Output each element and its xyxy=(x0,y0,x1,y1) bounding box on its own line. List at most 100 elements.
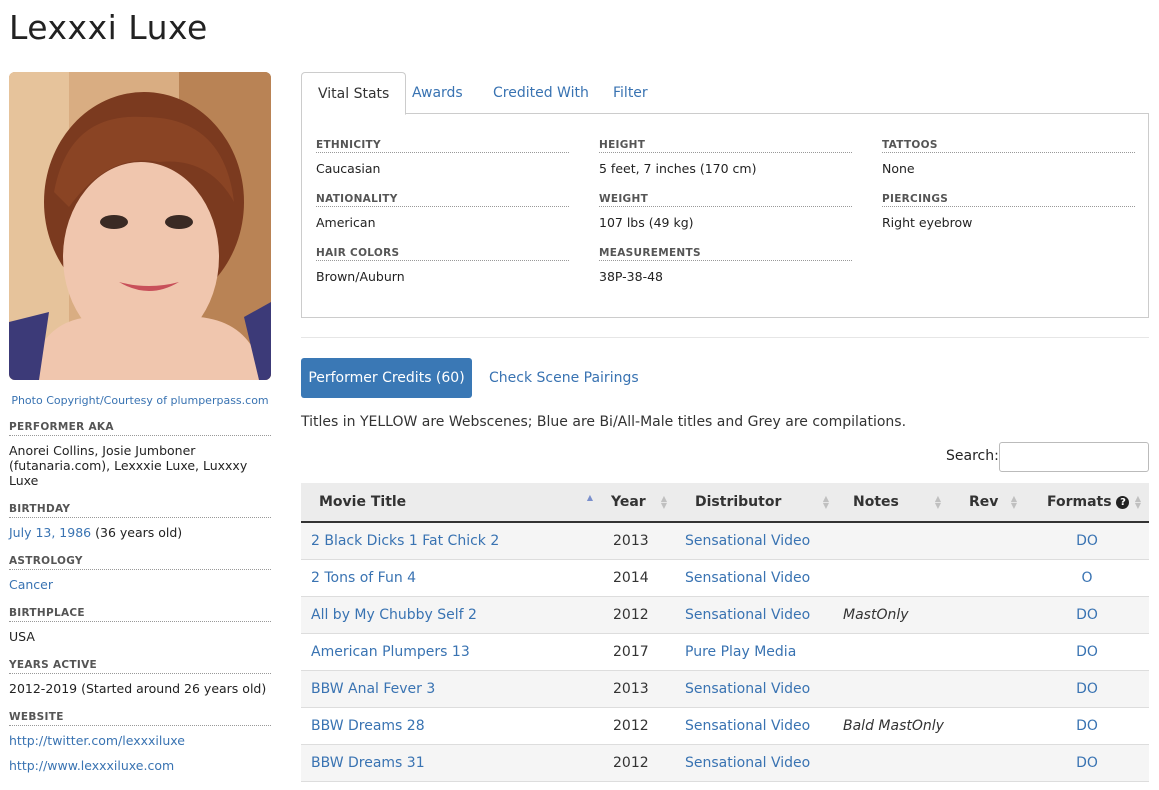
table-row: BBW Dreams 31 2012 Sensational Video DO xyxy=(301,744,1149,782)
formats-link[interactable]: DO xyxy=(1076,718,1098,734)
stat-label: TATTOOS xyxy=(882,139,1135,153)
cell-year: 2014 xyxy=(601,559,675,597)
sort-arrows-icon: ▲ ▼ xyxy=(660,494,667,510)
cell-year: 2012 xyxy=(601,707,675,745)
movie-title-link[interactable]: BBW Dreams 31 xyxy=(311,755,425,771)
legend-note: Titles in YELLOW are Webscenes; Blue are… xyxy=(301,414,907,430)
cell-distributor[interactable]: Sensational Video xyxy=(675,559,837,597)
header-label: Distributor xyxy=(695,494,782,510)
stat-ethnicity: ETHNICITY Caucasian xyxy=(316,139,569,176)
cell-rev xyxy=(949,633,1025,671)
performer-name: Lexxxi Luxe xyxy=(9,8,208,47)
cell-title[interactable]: BBW Anal Fever 3 xyxy=(301,670,601,708)
tab-awards[interactable]: Awards xyxy=(396,72,479,112)
cell-title[interactable]: 2 Tons of Fun 4 xyxy=(301,559,601,597)
movie-title-link[interactable]: 2 Tons of Fun 4 xyxy=(311,570,416,586)
distributor-link[interactable]: Sensational Video xyxy=(685,570,810,586)
cell-year: 2012 xyxy=(601,744,675,782)
stat-hair-colors: HAIR COLORS Brown/Auburn xyxy=(316,247,569,284)
header-label: Formats xyxy=(1047,494,1112,510)
formats-link[interactable]: DO xyxy=(1076,644,1098,660)
cell-title[interactable]: BBW Dreams 28 xyxy=(301,707,601,745)
stat-tattoos: TATTOOS None xyxy=(882,139,1135,176)
sort-arrows-icon: ▲ ▼ xyxy=(1134,494,1141,510)
cell-title[interactable]: American Plumpers 13 xyxy=(301,633,601,671)
stat-value: Brown/Auburn xyxy=(316,269,405,284)
cell-formats[interactable]: DO xyxy=(1025,522,1149,560)
tab-bar: Vital Stats Awards Credited With Filter xyxy=(301,72,1149,115)
movie-title-link[interactable]: 2 Black Dicks 1 Fat Chick 2 xyxy=(311,533,499,549)
photo-caption[interactable]: Photo Copyright/Courtesy of plumperpass.… xyxy=(9,394,271,407)
cell-distributor[interactable]: Sensational Video xyxy=(675,522,837,560)
distributor-link[interactable]: Sensational Video xyxy=(685,533,810,549)
movie-title-link[interactable]: All by My Chubby Self 2 xyxy=(311,607,477,623)
stat-label: MEASUREMENTS xyxy=(599,247,852,261)
distributor-link[interactable]: Sensational Video xyxy=(685,681,810,697)
tab-vital-stats[interactable]: Vital Stats xyxy=(301,72,407,115)
formats-link[interactable]: DO xyxy=(1076,755,1098,771)
formats-link[interactable]: DO xyxy=(1076,533,1098,549)
tab-filter[interactable]: Filter xyxy=(597,72,664,112)
header-label: Notes xyxy=(853,494,899,510)
col-formats[interactable]: Formats ? ▲ ▼ xyxy=(1025,483,1149,523)
question-circle-icon[interactable]: ? xyxy=(1116,496,1130,509)
distributor-link[interactable]: Sensational Video xyxy=(685,718,810,734)
birthplace-label: BIRTHPLACE xyxy=(9,607,271,622)
movie-title-link[interactable]: BBW Dreams 28 xyxy=(311,718,425,734)
table-row: 2 Tons of Fun 4 2014 Sensational Video O xyxy=(301,559,1149,597)
table-row: All by My Chubby Self 2 2012 Sensational V… xyxy=(301,596,1149,634)
cell-title[interactable]: 2 Black Dicks 1 Fat Chick 2 xyxy=(301,522,601,560)
astrology-link[interactable]: Cancer xyxy=(9,577,53,592)
col-year[interactable]: Year ▲ ▼ xyxy=(601,483,675,523)
col-movie-title[interactable]: Movie Title ▲ xyxy=(301,483,601,523)
movie-title-link[interactable]: American Plumpers 13 xyxy=(311,644,470,660)
cell-formats[interactable]: DO xyxy=(1025,596,1149,634)
col-notes[interactable]: Notes ▲ ▼ xyxy=(837,483,949,523)
stat-piercings: PIERCINGS Right eyebrow xyxy=(882,193,1135,230)
cell-formats[interactable]: DO xyxy=(1025,670,1149,708)
distributor-link[interactable]: Sensational Video xyxy=(685,607,810,623)
cell-notes: MastOnly xyxy=(837,596,949,634)
cell-distributor[interactable]: Pure Play Media xyxy=(675,633,837,671)
formats-link[interactable]: O xyxy=(1081,570,1092,586)
cell-distributor[interactable]: Sensational Video xyxy=(675,707,837,745)
cell-formats[interactable]: DO xyxy=(1025,707,1149,745)
astrology-label: ASTROLOGY xyxy=(9,555,271,570)
sort-arrows-icon: ▲ ▼ xyxy=(822,494,829,510)
stat-nationality: NATIONALITY American xyxy=(316,193,569,230)
years-active-label: YEARS ACTIVE xyxy=(9,659,271,674)
tab-credited-with[interactable]: Credited With xyxy=(477,72,605,112)
cell-distributor[interactable]: Sensational Video xyxy=(675,596,837,634)
cell-formats[interactable]: DO xyxy=(1025,633,1149,671)
birthday-date-link[interactable]: July 13, 1986 xyxy=(9,525,91,540)
birthday-value: July 13, 1986 (36 years old) xyxy=(9,525,271,540)
search-input[interactable] xyxy=(999,442,1149,472)
cell-distributor[interactable]: Sensational Video xyxy=(675,670,837,708)
movie-title-link[interactable]: BBW Anal Fever 3 xyxy=(311,681,435,697)
performer-credits-button[interactable]: Performer Credits (60) xyxy=(301,358,472,398)
table-row: American Plumpers 13 2017 Pure Play Media D… xyxy=(301,633,1149,671)
col-rev[interactable]: Rev ▲ ▼ xyxy=(949,483,1025,523)
formats-link[interactable]: DO xyxy=(1076,607,1098,623)
stat-label: ETHNICITY xyxy=(316,139,569,153)
col-distributor[interactable]: Distributor ▲ ▼ xyxy=(675,483,837,523)
sort-ascending-icon: ▲ xyxy=(586,493,593,502)
cell-title[interactable]: All by My Chubby Self 2 xyxy=(301,596,601,634)
cell-year: 2013 xyxy=(601,522,675,560)
cell-distributor[interactable]: Sensational Video xyxy=(675,744,837,782)
distributor-link[interactable]: Sensational Video xyxy=(685,755,810,771)
cell-rev xyxy=(949,522,1025,560)
website-link-twitter[interactable]: http://twitter.com/lexxxiluxe xyxy=(9,733,185,748)
cell-notes xyxy=(837,670,949,708)
stat-value: 107 lbs (49 kg) xyxy=(599,215,694,230)
table-row: 2 Black Dicks 1 Fat Chick 2 2013 Sensation… xyxy=(301,522,1149,560)
distributor-link[interactable]: Pure Play Media xyxy=(685,644,796,660)
cell-formats[interactable]: O xyxy=(1025,559,1149,597)
formats-link[interactable]: DO xyxy=(1076,681,1098,697)
right-column: Vital Stats Awards Credited With Filter … xyxy=(301,72,1149,782)
website-link-homepage[interactable]: http://www.lexxxiluxe.com xyxy=(9,758,174,773)
scene-pairings-link[interactable]: Check Scene Pairings xyxy=(489,358,639,398)
cell-title[interactable]: BBW Dreams 31 xyxy=(301,744,601,782)
cell-formats[interactable]: DO xyxy=(1025,744,1149,782)
performer-photo[interactable] xyxy=(9,72,271,380)
